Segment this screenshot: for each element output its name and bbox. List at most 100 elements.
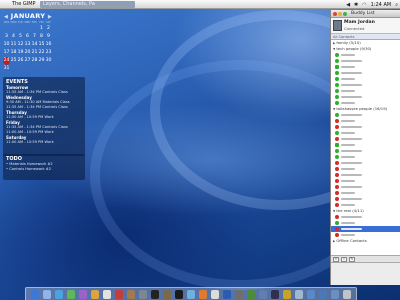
prev-month-icon[interactable]: ◀ xyxy=(4,14,8,20)
calendar-day[interactable]: 5 xyxy=(17,33,24,41)
terminal-icon[interactable] xyxy=(151,289,159,299)
textedit-icon[interactable] xyxy=(211,289,219,299)
online-status-icon xyxy=(335,131,339,135)
next-month-icon[interactable]: ▶ xyxy=(48,14,52,20)
calendar-day[interactable]: 3 xyxy=(3,33,10,41)
calendar-day[interactable]: 7 xyxy=(31,33,38,41)
dashboard-icon[interactable] xyxy=(271,289,279,299)
calendar-day[interactable]: 27 xyxy=(24,57,31,65)
downloads-icon[interactable] xyxy=(319,289,327,299)
disclosure-triangle-icon[interactable]: ▼ xyxy=(333,107,335,111)
event-item[interactable]: 11:00 AM - 10:59 PM Work xyxy=(6,140,83,145)
quicktime-icon[interactable] xyxy=(223,289,231,299)
calendar-empty-cell xyxy=(24,25,31,33)
calendar-day[interactable]: 19 xyxy=(17,49,24,57)
applications-icon[interactable] xyxy=(331,289,339,299)
finder-icon[interactable] xyxy=(31,289,39,299)
contact-name-redacted xyxy=(341,234,355,236)
calendar-empty-cell xyxy=(10,65,17,73)
network-icon[interactable] xyxy=(259,289,267,299)
todo-item[interactable]: • Controls Homework #2 xyxy=(6,167,83,172)
calendar-day[interactable]: 13 xyxy=(24,41,31,49)
gimp-icon[interactable] xyxy=(163,289,171,299)
away-status-icon xyxy=(335,227,339,231)
disclosure-triangle-icon[interactable]: ▼ xyxy=(333,209,335,213)
disclosure-triangle-icon[interactable]: ▶ xyxy=(333,41,335,45)
calendar-day[interactable]: 20 xyxy=(24,49,31,57)
close-button[interactable] xyxy=(333,11,337,16)
calendar-day[interactable]: 14 xyxy=(31,41,38,49)
dictionary-icon[interactable] xyxy=(235,289,243,299)
contact-group-label: family (5/10) xyxy=(336,40,361,45)
calendar-day[interactable]: 31 xyxy=(3,65,10,73)
calendar-day[interactable]: 22 xyxy=(38,49,45,57)
calendar-day[interactable]: 10 xyxy=(3,41,10,49)
avatar[interactable] xyxy=(333,20,342,31)
sherlock-icon[interactable] xyxy=(283,289,291,299)
calendar-day[interactable]: 24 xyxy=(3,57,10,65)
iphoto-icon[interactable] xyxy=(91,289,99,299)
calendar-day[interactable]: 28 xyxy=(31,57,38,65)
firefox-icon[interactable] xyxy=(199,289,207,299)
preferences-icon[interactable] xyxy=(139,289,147,299)
contact-list: All Contacts ▶family (5/10) ▼tech people … xyxy=(331,34,400,256)
mail-icon[interactable] xyxy=(43,289,51,299)
menu-extras: ◀ ✱ ◠ 1:24 AM ⌕ xyxy=(346,0,398,9)
x11-icon[interactable] xyxy=(175,289,183,299)
zoom-button[interactable] xyxy=(343,11,347,16)
calendar-day[interactable]: 30 xyxy=(45,57,52,65)
safari-icon[interactable] xyxy=(55,289,63,299)
adium-icon[interactable] xyxy=(187,289,195,299)
active-app-menu[interactable]: The GIMP xyxy=(10,1,36,7)
minimize-button[interactable] xyxy=(338,11,342,16)
calendar-day[interactable]: 25 xyxy=(10,57,17,65)
contact-name-redacted xyxy=(341,138,362,140)
imovie-icon[interactable] xyxy=(103,289,111,299)
menu-clock[interactable]: 1:24 AM xyxy=(371,2,392,8)
calendar-day[interactable]: 1 xyxy=(38,25,45,33)
account-status[interactable]: Connected xyxy=(344,26,375,31)
calendar-day[interactable]: 2 xyxy=(45,25,52,33)
contact-name-redacted xyxy=(341,168,355,170)
calendar-day[interactable]: 6 xyxy=(24,33,31,41)
contact-name-redacted xyxy=(341,120,355,122)
airport-icon[interactable]: ◠ xyxy=(362,2,366,8)
calendar-day[interactable]: 8 xyxy=(38,33,45,41)
contact-group[interactable]: ▶Offline Contacts xyxy=(331,238,400,244)
calendar-day[interactable]: 9 xyxy=(45,33,52,41)
calendar-day[interactable]: 15 xyxy=(38,41,45,49)
disclosure-triangle-icon[interactable]: ▶ xyxy=(333,239,335,243)
calendar-day[interactable]: 11 xyxy=(10,41,17,49)
window-menu[interactable]: Layers, Channels, Pa xyxy=(40,0,135,8)
calendar-day[interactable]: 23 xyxy=(45,49,52,57)
calendar-day[interactable]: 17 xyxy=(3,49,10,57)
volume-icon[interactable]: ◀ xyxy=(346,2,350,8)
addressbook-icon[interactable] xyxy=(127,289,135,299)
buddy-list-titlebar[interactable]: Buddy List xyxy=(331,10,400,18)
trash-icon[interactable] xyxy=(343,289,351,299)
calendar-day[interactable]: 26 xyxy=(17,57,24,65)
contact-name-redacted xyxy=(341,72,362,74)
calendar-day[interactable]: 12 xyxy=(17,41,24,49)
bluetooth-icon[interactable]: ✱ xyxy=(354,2,358,8)
folder-icon[interactable] xyxy=(307,289,315,299)
contact-name-redacted xyxy=(341,60,362,62)
disclosure-triangle-icon[interactable]: ▼ xyxy=(333,47,335,51)
info-button[interactable]: i xyxy=(341,256,347,262)
calendar-day[interactable]: 18 xyxy=(10,49,17,57)
message-button[interactable]: ✎ xyxy=(349,256,355,262)
calendar-day[interactable]: 29 xyxy=(38,57,45,65)
ical-icon[interactable] xyxy=(115,289,123,299)
contact-name-redacted xyxy=(341,186,362,188)
itunes-icon[interactable] xyxy=(79,289,87,299)
preview-icon[interactable] xyxy=(295,289,303,299)
ichat-icon[interactable] xyxy=(67,289,75,299)
add-contact-button[interactable]: + xyxy=(333,256,339,262)
online-status-icon xyxy=(335,83,339,87)
spotlight-icon[interactable]: ⌕ xyxy=(395,2,398,8)
calendar-day[interactable]: 16 xyxy=(45,41,52,49)
calendar-day[interactable]: 21 xyxy=(31,49,38,57)
away-status-icon xyxy=(335,137,339,141)
activity-icon[interactable] xyxy=(247,289,255,299)
calendar-day[interactable]: 4 xyxy=(10,33,17,41)
